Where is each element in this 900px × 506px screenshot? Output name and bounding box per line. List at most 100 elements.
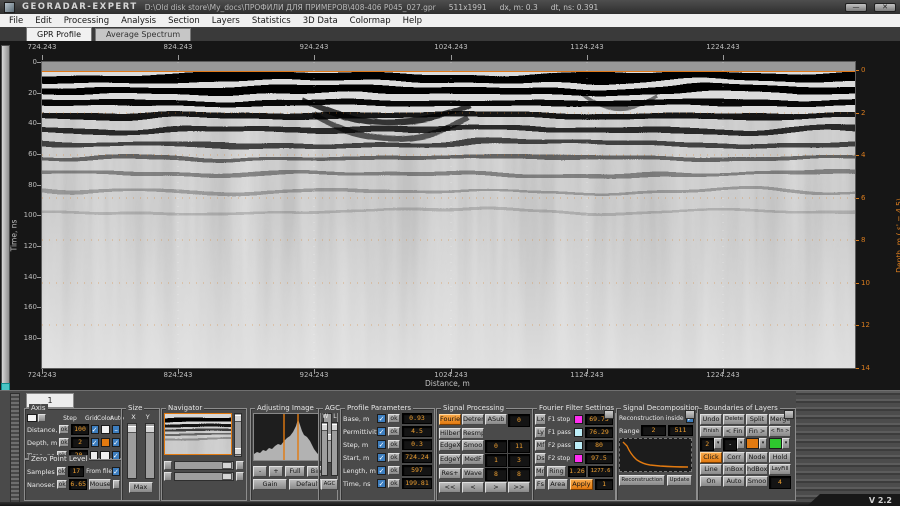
close-button[interactable]: ✕ bbox=[874, 3, 896, 12]
mf-button[interactable]: Mf bbox=[535, 440, 546, 451]
range-from-field[interactable]: 2 bbox=[641, 425, 666, 436]
edgex-button[interactable]: EdgeX bbox=[439, 440, 461, 451]
agc-button[interactable]: AGC bbox=[321, 479, 338, 490]
both-fin-button[interactable]: < Fin > bbox=[769, 426, 791, 437]
apply-value-field[interactable]: 1 bbox=[595, 479, 613, 490]
on-button[interactable]: On bbox=[700, 476, 722, 487]
nanosec-field[interactable]: 6.65 bbox=[69, 479, 86, 490]
navigator-preview[interactable] bbox=[164, 413, 232, 455]
f1pass-field[interactable]: 76.29 bbox=[585, 427, 613, 438]
resmpl-button[interactable]: Resmpl bbox=[462, 428, 484, 439]
nav-hscroll2-right-button[interactable] bbox=[236, 472, 244, 481]
finish-button[interactable]: Finish bbox=[700, 426, 722, 437]
tab-gpr-profile[interactable]: GPR Profile bbox=[26, 27, 92, 41]
permittivity-ok-button[interactable]: ok bbox=[388, 427, 400, 436]
first-trace-button[interactable]: << bbox=[439, 482, 461, 493]
layer-color-dropdown-button[interactable] bbox=[759, 438, 767, 449]
navigator-vscroll[interactable] bbox=[234, 413, 242, 457]
decomposition-spectrum[interactable] bbox=[619, 438, 692, 472]
f1pass-color-swatch[interactable] bbox=[574, 428, 583, 437]
hold-button[interactable]: Hold bbox=[769, 452, 791, 463]
mouse-button[interactable]: Mouse bbox=[89, 479, 111, 490]
base-checkbox[interactable] bbox=[377, 414, 386, 423]
navigator-hscroll-1[interactable] bbox=[174, 461, 234, 470]
nav-hscroll1-left-button[interactable] bbox=[164, 461, 172, 470]
menu-edit[interactable]: Edit bbox=[29, 16, 57, 26]
update-button[interactable]: Update bbox=[667, 475, 692, 486]
line-style-dropdown[interactable]: - bbox=[723, 438, 737, 451]
panel-ridge-handle[interactable] bbox=[10, 393, 20, 505]
menu-layers[interactable]: Layers bbox=[206, 16, 246, 26]
layer-number-dropdown-button[interactable] bbox=[714, 438, 722, 449]
next-fin-button[interactable]: Fin > bbox=[746, 426, 768, 437]
time-checkbox[interactable] bbox=[377, 479, 386, 488]
ds-button[interactable]: Ds bbox=[535, 453, 546, 464]
apply-button[interactable]: Apply bbox=[570, 479, 594, 490]
start-field[interactable]: 724.24 bbox=[402, 452, 432, 463]
detach-icon[interactable] bbox=[784, 410, 794, 419]
menu-analysis[interactable]: Analysis bbox=[115, 16, 162, 26]
smoo-value1-field[interactable]: 0 bbox=[485, 440, 507, 453]
area-button[interactable]: Area bbox=[548, 479, 568, 490]
step-checkbox[interactable] bbox=[377, 440, 386, 449]
distance-color-swatch[interactable] bbox=[101, 425, 111, 434]
menu-section[interactable]: Section bbox=[162, 16, 206, 26]
next-trace-button[interactable]: > bbox=[485, 482, 507, 493]
depth-step-field[interactable]: 2 bbox=[71, 437, 88, 448]
distance-ok-button[interactable]: ok bbox=[59, 425, 69, 434]
f2pass-color-swatch[interactable] bbox=[574, 441, 583, 450]
distance-grid-checkbox[interactable] bbox=[91, 425, 99, 434]
f2stop-field[interactable]: 97.5 bbox=[585, 453, 613, 464]
inbox-button[interactable]: inBox bbox=[723, 464, 745, 475]
start-checkbox[interactable] bbox=[377, 453, 386, 462]
radargram-image[interactable] bbox=[41, 61, 856, 369]
axis-extra-button[interactable] bbox=[38, 414, 46, 422]
asub-value-field[interactable]: 0 bbox=[508, 414, 530, 427]
length-ok-button[interactable]: ok bbox=[388, 466, 400, 475]
f1stop-color-swatch[interactable] bbox=[574, 415, 583, 424]
samples-ok-button[interactable]: ok bbox=[57, 467, 67, 476]
ring-value2-field[interactable]: 1277.6 bbox=[588, 466, 613, 477]
undo-button[interactable]: Undo bbox=[700, 414, 722, 425]
base-field[interactable]: 0.93 bbox=[402, 413, 432, 424]
distance-auto-checkbox[interactable] bbox=[112, 425, 120, 434]
agc-w-slider[interactable] bbox=[321, 422, 328, 476]
medf-value1-field[interactable]: 1 bbox=[485, 454, 507, 467]
histogram[interactable] bbox=[253, 413, 321, 461]
lx-button[interactable]: Lx bbox=[535, 414, 546, 425]
detach-icon[interactable] bbox=[685, 410, 695, 419]
gain-button[interactable]: Gain bbox=[253, 479, 287, 490]
menu-help[interactable]: Help bbox=[397, 16, 428, 26]
from-file-checkbox[interactable] bbox=[112, 467, 120, 476]
medf-value2-field[interactable]: 3 bbox=[508, 454, 530, 467]
prev-fin-button[interactable]: < Fin bbox=[723, 426, 745, 437]
step-field[interactable]: 0.3 bbox=[402, 439, 432, 450]
detach-icon[interactable] bbox=[604, 410, 614, 419]
layer-color-dropdown[interactable] bbox=[746, 438, 759, 449]
samples-field[interactable]: 17 bbox=[68, 466, 84, 477]
depth-color-swatch[interactable] bbox=[101, 438, 111, 447]
range-to-field[interactable]: 511 bbox=[668, 425, 693, 436]
wave-button[interactable]: Wave bbox=[462, 468, 484, 479]
menu-3d-data[interactable]: 3D Data bbox=[297, 16, 344, 26]
nav-hscroll1-right-button[interactable] bbox=[236, 461, 244, 470]
smoo-button[interactable]: Smoo bbox=[462, 440, 484, 451]
agc-l-slider[interactable] bbox=[331, 422, 338, 476]
size-y-slider[interactable] bbox=[145, 423, 155, 479]
wave-value1-field[interactable]: 8 bbox=[485, 468, 507, 481]
depth-auto-checkbox[interactable] bbox=[112, 438, 120, 447]
step-ok-button[interactable]: ok bbox=[388, 440, 400, 449]
size-x-slider[interactable] bbox=[127, 423, 137, 479]
wave-value2-field[interactable]: 8 bbox=[508, 468, 530, 481]
medf-button[interactable]: MedF bbox=[462, 454, 484, 465]
node-color-dropdown[interactable] bbox=[769, 438, 782, 449]
f2stop-color-swatch[interactable] bbox=[574, 454, 583, 463]
prev-trace-button[interactable]: < bbox=[462, 482, 484, 493]
nav-hscroll2-left-button[interactable] bbox=[164, 472, 172, 481]
zero-extra-button[interactable] bbox=[113, 480, 120, 489]
f2pass-field[interactable]: 80 bbox=[585, 440, 613, 451]
edgey-button[interactable]: EdgeY bbox=[439, 454, 461, 465]
asub-button[interactable]: ASub bbox=[485, 414, 507, 425]
hdbox-button[interactable]: hdBox bbox=[746, 464, 768, 475]
left-vertical-toolbar[interactable] bbox=[1, 45, 10, 386]
